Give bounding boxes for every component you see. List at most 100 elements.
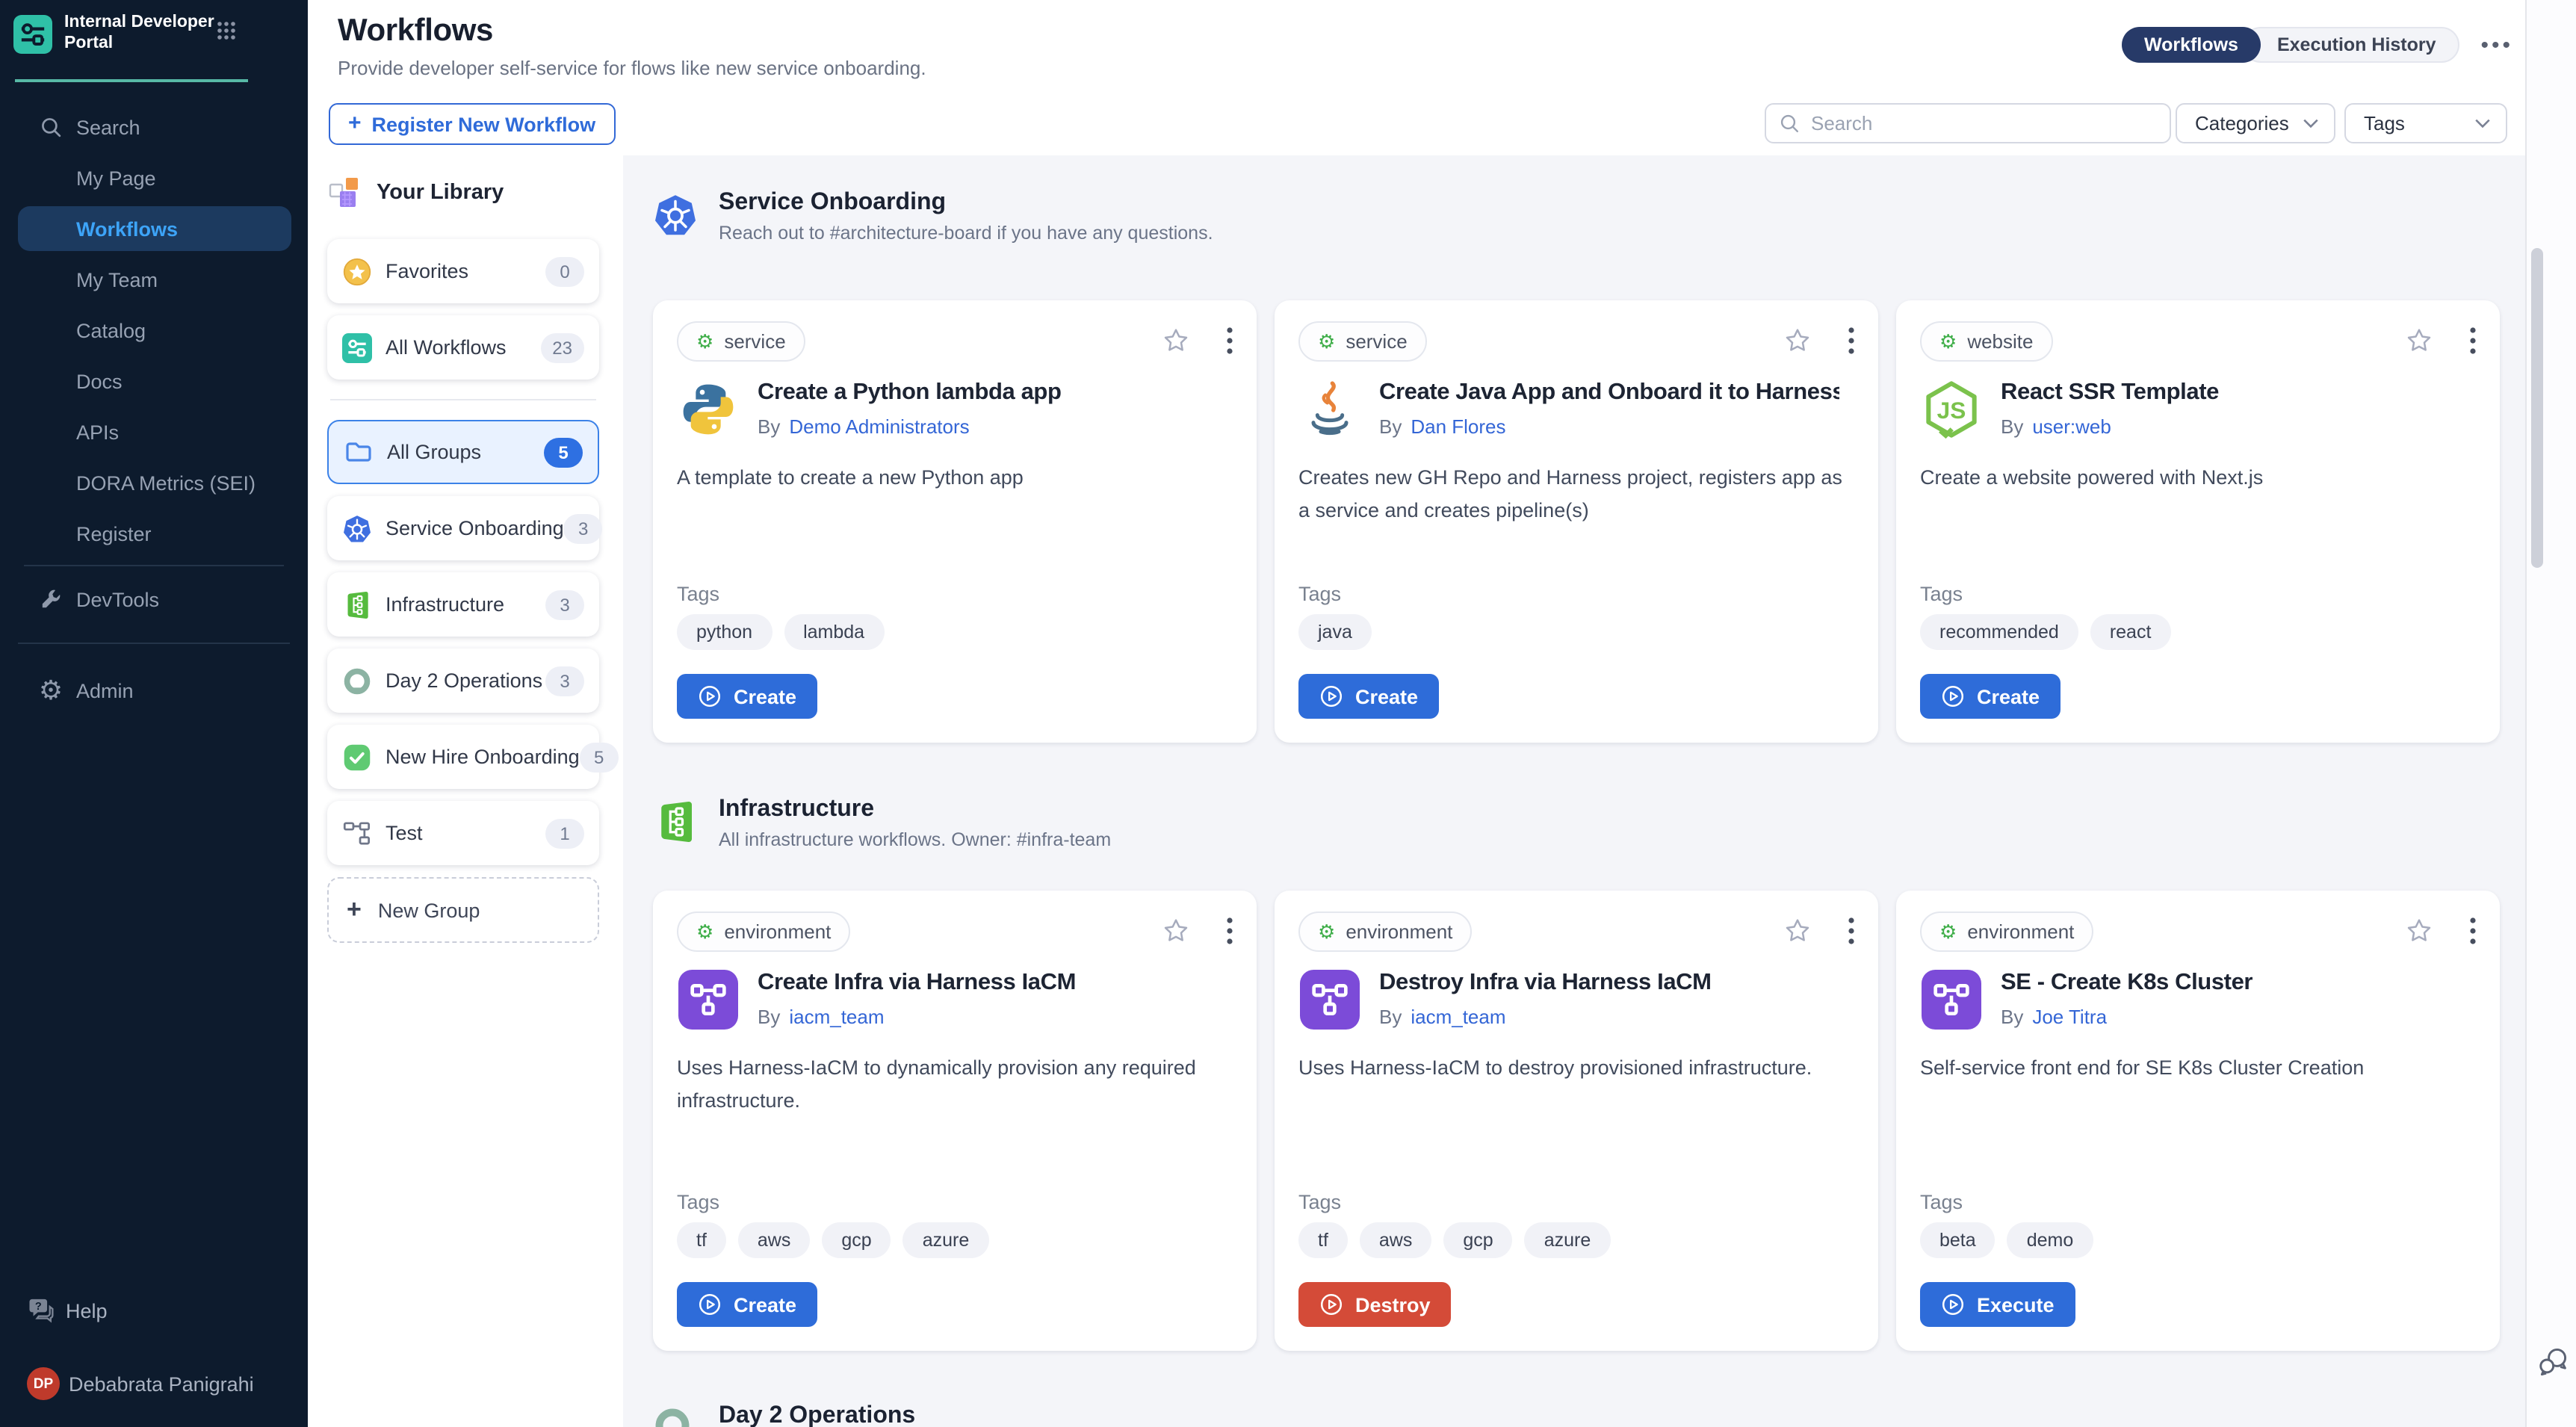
search-input[interactable]	[1765, 103, 2171, 143]
kebab-menu-icon[interactable]	[2467, 914, 2479, 947]
library-item-favorites[interactable]: Favorites0	[327, 239, 599, 303]
vertical-scrollbar[interactable]	[2531, 248, 2543, 568]
user-name: Debabrata Panigrahi	[69, 1372, 254, 1395]
favorite-star-icon[interactable]	[2404, 916, 2434, 946]
author-link[interactable]: iacm_team	[1411, 1006, 1505, 1028]
categories-dropdown[interactable]: Categories	[2176, 103, 2335, 143]
favorite-star-icon[interactable]	[1783, 326, 1812, 356]
tags-label: Tags	[677, 583, 719, 605]
section-header-text: Service OnboardingReach out to #architec…	[719, 190, 1213, 244]
create-button[interactable]: Create	[1298, 674, 1439, 719]
author-link[interactable]: Demo Administrators	[789, 415, 969, 438]
tag-gcp: gcp	[1443, 1222, 1512, 1258]
chat-support-icon[interactable]	[2537, 1345, 2570, 1378]
workflow-card-se-create-k8s-cluster: ⚙environmentSE - Create K8s ClusterByJoe…	[1896, 891, 2500, 1351]
register-new-workflow-button[interactable]: + Register New Workflow	[329, 103, 615, 145]
section-header-text: Day 2 Operations	[719, 1403, 915, 1427]
section-title: Service Onboarding	[719, 190, 1213, 217]
kind-chip: ⚙environment	[677, 911, 850, 952]
main-area: Workflows Provide developer self-service…	[308, 0, 2576, 1427]
create-button[interactable]: Create	[677, 674, 817, 719]
library-item-label: All Groups	[387, 441, 481, 463]
sidebar-item-label: My Team	[76, 268, 158, 291]
favorite-star-icon[interactable]	[1783, 916, 1812, 946]
library-item-service-onboarding[interactable]: Service Onboarding3	[327, 496, 599, 560]
sidebar-item-label: DevTools	[76, 588, 159, 610]
library-item-all-groups[interactable]: All Groups5	[327, 420, 599, 484]
library-item-new-hire-onboarding[interactable]: New Hire Onboarding5	[327, 725, 599, 789]
tag-recommended: recommended	[1920, 614, 2078, 650]
create-button[interactable]: Create	[677, 1282, 817, 1327]
section-header-day-2-operations: Day 2 Operations	[653, 1403, 2506, 1427]
help-button[interactable]: ? Help	[0, 1291, 308, 1330]
kind-chip-label: environment	[724, 920, 831, 943]
library-item-all-workflows[interactable]: All Workflows23	[327, 315, 599, 380]
sidebar-item-label: APIs	[76, 421, 119, 443]
kind-chip: ⚙environment	[1298, 911, 1472, 952]
button-label: Execute	[1977, 1293, 2055, 1316]
favorite-star-icon[interactable]	[2404, 326, 2434, 356]
favorites-icon	[342, 256, 372, 286]
tag-aws: aws	[1360, 1222, 1431, 1258]
kebab-menu-icon[interactable]	[1224, 324, 1236, 357]
sidebar-item-label: DORA Metrics (SEI)	[76, 471, 256, 494]
play-icon	[1941, 684, 1965, 708]
tags-dropdown[interactable]: Tags	[2344, 103, 2507, 143]
user-menu[interactable]: DP Debabrata Panigrahi	[0, 1363, 308, 1405]
org-icon	[342, 818, 372, 848]
tags-label: Tags	[1298, 1191, 1341, 1213]
register-label: Register New Workflow	[372, 113, 596, 135]
library-item-day-2-operations[interactable]: Day 2 Operations3	[327, 649, 599, 713]
sidebar-item-label: Search	[76, 116, 140, 138]
kebab-menu-icon[interactable]	[1845, 324, 1857, 357]
author-link[interactable]: user:web	[2032, 415, 2111, 438]
tags-label: Tags	[1920, 583, 1963, 605]
tag-list: pythonlambda	[677, 614, 884, 650]
execute-button[interactable]: Execute	[1920, 1282, 2075, 1327]
sidebar-item-dora-metrics-sei[interactable]: DORA Metrics (SEI)	[18, 460, 291, 505]
sidebar-item-catalog[interactable]: Catalog	[18, 308, 291, 353]
pipeline-icon	[1920, 968, 1983, 1031]
kind-chip-label: website	[1967, 330, 2033, 353]
sidebar-item-docs[interactable]: Docs	[18, 359, 291, 403]
sidebar-item-search[interactable]: Search	[18, 105, 291, 149]
destroy-button[interactable]: Destroy	[1298, 1282, 1452, 1327]
kebab-menu-icon[interactable]	[1224, 914, 1236, 947]
tag-list: recommendedreact	[1920, 614, 2170, 650]
gear-icon: ⚙	[1939, 332, 1957, 351]
tab-execution-history[interactable]: Execution History	[2243, 27, 2460, 63]
author-link[interactable]: Joe Titra	[2032, 1006, 2107, 1028]
sidebar-item-admin[interactable]: ⚙Admin	[18, 668, 291, 713]
app-root: Internal Developer Portal SearchMy PageW…	[0, 0, 2576, 1427]
sidebar-item-label: Docs	[76, 370, 123, 392]
page-title: Workflows	[338, 13, 493, 49]
tags-filter-label: Tags	[2364, 112, 2405, 134]
kebab-menu-icon[interactable]	[2467, 324, 2479, 357]
favorite-star-icon[interactable]	[1161, 916, 1191, 946]
library-item-infrastructure[interactable]: Infrastructure3	[327, 572, 599, 637]
page-header: Workflows Provide developer self-service…	[308, 0, 2525, 93]
sidebar-item-register[interactable]: Register	[18, 511, 291, 556]
by-label: By	[2001, 415, 2023, 438]
favorite-star-icon[interactable]	[1161, 326, 1191, 356]
new-group-button[interactable]: +New Group	[327, 877, 599, 943]
tags-label: Tags	[1920, 1191, 1963, 1213]
svg-text:JS: JS	[1937, 397, 1966, 424]
sidebar-item-devtools[interactable]: DevTools	[18, 577, 291, 622]
workflow-card-row: ⚙serviceCreate a Python lambda appByDemo…	[653, 300, 2506, 743]
sidebar-item-apis[interactable]: APIs	[18, 409, 291, 454]
author-link[interactable]: Dan Flores	[1411, 415, 1505, 438]
sidebar-item-my-page[interactable]: My Page	[18, 155, 291, 200]
kebab-menu-icon[interactable]	[1845, 914, 1857, 947]
more-options-icon[interactable]: •••	[2481, 34, 2514, 56]
sidebar-item-workflows[interactable]: Workflows	[18, 206, 291, 251]
author-link[interactable]: iacm_team	[789, 1006, 884, 1028]
python-icon	[677, 378, 740, 441]
create-button[interactable]: Create	[1920, 674, 2061, 719]
sidebar-item-my-team[interactable]: My Team	[18, 257, 291, 302]
tab-workflows[interactable]: Workflows	[2122, 27, 2261, 63]
workflow-byline: By user:web	[2001, 415, 2111, 438]
library-item-test[interactable]: Test1	[327, 801, 599, 865]
plus-icon: +	[348, 111, 362, 136]
apps-grid-icon[interactable]	[217, 21, 236, 40]
